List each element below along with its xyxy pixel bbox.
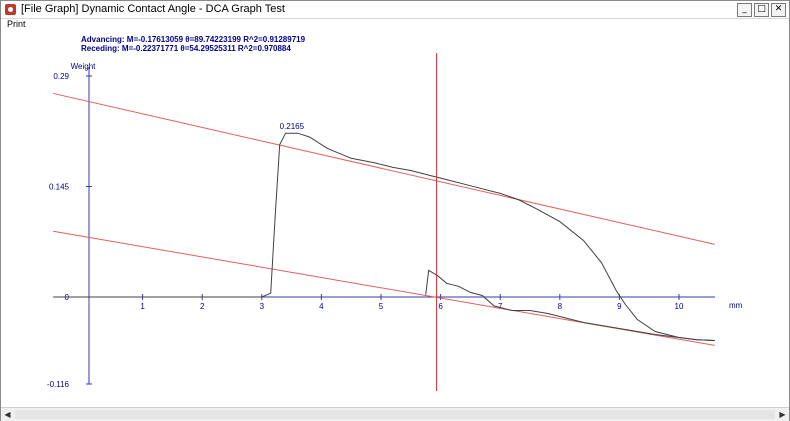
close-button[interactable]: ✕ [771,3,786,17]
horizontal-scrollbar[interactable]: ◀ ▶ [1,407,789,421]
scroll-track[interactable] [15,410,775,419]
y-tick-label: 0.29 [53,72,69,81]
x-tick-label: 2 [200,302,205,311]
advancing-fit-text: Advancing: M=-0.17613059 θ=89.74223199 R… [81,35,306,44]
y-tick-label: 0.145 [49,183,70,192]
advancing-curve [53,132,715,341]
y-axis-label: Weight [71,62,97,71]
receding-fit-text: Receding: M=-0.22371771 θ=54.29525311 R^… [81,44,291,53]
scroll-left-arrow[interactable]: ◀ [1,408,14,421]
peak-label: 0.2165 [280,122,305,131]
x-tick-label: 1 [140,302,145,311]
x-tick-label: 5 [379,302,384,311]
x-tick-label: 9 [617,302,622,311]
x-tick-label: 3 [260,302,265,311]
x-tick-label: 6 [438,302,443,311]
title-bar[interactable]: [File Graph] Dynamic Contact Angle - DCA… [1,1,789,19]
y-tick-label: -0.116 [47,380,70,389]
menu-print[interactable]: Print [7,19,26,29]
advancing-fit-line [53,92,715,245]
menu-bar: Print [1,19,789,31]
app-icon[interactable] [5,4,16,15]
x-axis-unit-label: mm [729,301,743,310]
graph-area[interactable]: Advancing: M=-0.17613059 θ=89.74223199 R… [1,31,789,406]
graph-window: [File Graph] Dynamic Contact Angle - DCA… [0,0,790,421]
x-tick-label: 4 [319,302,324,311]
window-controls: _ □ ✕ [737,3,786,17]
scroll-right-arrow[interactable]: ▶ [776,408,789,421]
x-tick-label: 8 [558,302,563,311]
minimize-button[interactable]: _ [737,3,752,17]
maximize-button[interactable]: □ [754,3,769,17]
receding-curve [425,269,715,341]
x-tick-label: 7 [498,302,503,311]
window-title: [File Graph] Dynamic Contact Angle - DCA… [21,3,285,15]
dca-chart[interactable]: Advancing: M=-0.17613059 θ=89.74223199 R… [1,31,789,406]
x-tick-label: 10 [675,302,684,311]
